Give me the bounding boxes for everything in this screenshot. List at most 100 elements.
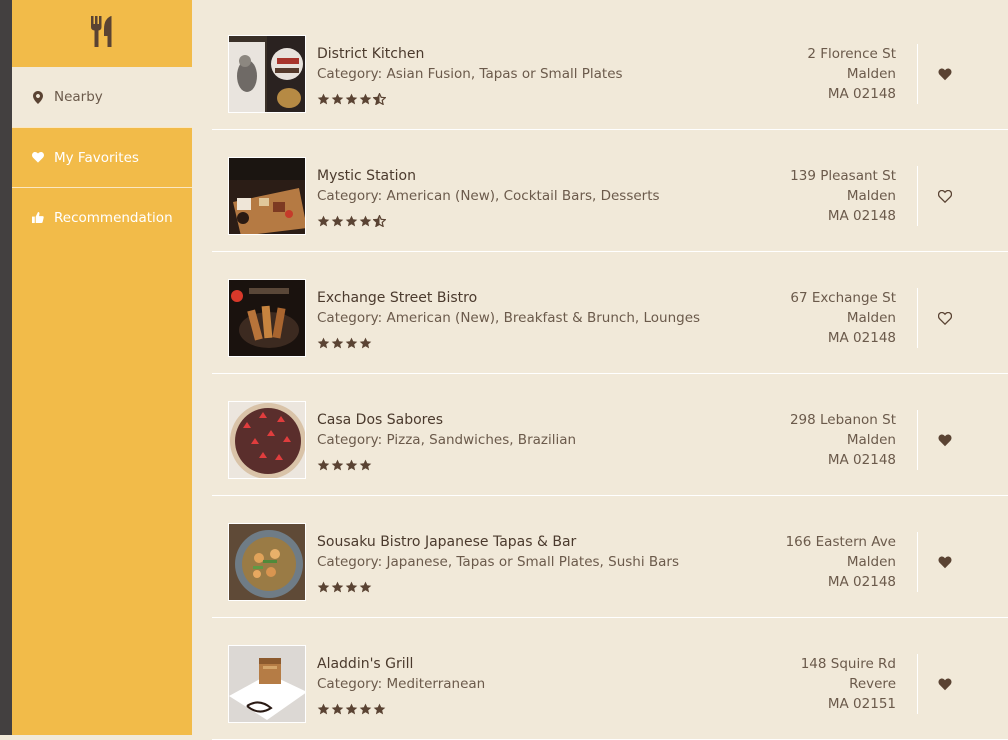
star-full-icon [317,578,330,597]
star-full-icon [345,334,358,353]
star-full-icon [331,212,344,231]
favorite-heart-icon[interactable] [938,676,954,692]
restaurant-name[interactable]: Sousaku Bistro Japanese Tapas & Bar [317,532,757,552]
star-full-icon [359,578,372,597]
star-rating [317,700,757,719]
address-state-zip: MA 02148 [827,208,896,224]
address-street: 148 Squire Rd [800,656,896,672]
star-full-icon [331,334,344,353]
restaurant-name[interactable]: Casa Dos Sabores [317,410,757,430]
star-full-icon [359,212,372,231]
restaurant-category: Category: American (New), Breakfast & Br… [317,310,701,326]
favorite-heart-icon[interactable] [937,310,954,326]
restaurant-name[interactable]: Mystic Station [317,166,757,186]
address-street: 166 Eastern Ave [785,534,896,550]
star-full-icon [345,700,358,719]
restaurant-photo[interactable] [228,35,306,113]
restaurant-category: Category: Japanese, Tapas or Small Plate… [317,554,679,570]
row-divider [917,532,918,592]
star-full-icon [359,334,372,353]
address-state-zip: MA 02148 [827,330,896,346]
favorite-heart-icon[interactable] [938,66,954,82]
star-full-icon [317,212,330,231]
favorite-heart-icon[interactable] [937,188,954,204]
restaurant-photo[interactable] [228,401,306,479]
sidebar-item-nearby[interactable]: Nearby [12,67,192,127]
favorite-heart-icon[interactable] [938,432,954,448]
star-full-icon [331,456,344,475]
sidebar-item-recommendation[interactable]: Recommendation [12,187,192,247]
restaurant-address: 139 Pleasant St Malden MA 02148 [790,166,896,226]
star-full-icon [331,700,344,719]
address-state-zip: MA 02151 [827,696,896,712]
restaurant-photo[interactable] [228,157,306,235]
utensils-icon [89,15,115,52]
address-street: 298 Lebanon St [789,412,896,428]
star-full-icon [345,578,358,597]
restaurant-name[interactable]: Exchange Street Bistro [317,288,757,308]
row-divider [917,654,918,714]
restaurant-row[interactable]: Aladdin's Grill Category: Mediterranean … [212,618,1008,740]
restaurant-category: Category: American (New), Cocktail Bars,… [317,188,660,204]
restaurant-category: Category: Pizza, Sandwiches, Brazilian [317,432,577,448]
star-full-icon [345,90,358,109]
restaurant-row[interactable]: District Kitchen Category: Asian Fusion,… [212,8,1008,130]
star-full-icon [317,90,330,109]
star-rating [317,212,757,231]
star-full-icon [331,578,344,597]
star-rating [317,456,757,475]
star-rating [317,578,757,597]
sidebar-item-label: Recommendation [54,209,173,226]
sidebar: Nearby My Favorites Recommendation [12,0,192,735]
address-city: Malden [846,554,896,570]
star-full-icon [331,90,344,109]
star-full-icon [345,212,358,231]
restaurant-address: 166 Eastern Ave Malden MA 02148 [786,532,896,592]
address-city: Malden [846,310,896,326]
star-full-icon [359,90,372,109]
star-full-icon [317,334,330,353]
restaurant-category: Category: Asian Fusion, Tapas or Small P… [317,66,623,82]
address-state-zip: MA 02148 [827,574,896,590]
map-marker-icon [32,90,44,104]
restaurant-row[interactable]: Sousaku Bistro Japanese Tapas & Bar Cate… [212,496,1008,618]
address-street: 67 Exchange St [790,290,896,306]
restaurant-row[interactable]: Mystic Station Category: American (New),… [212,130,1008,252]
address-city: Malden [846,66,896,82]
star-half-icon [372,212,387,231]
address-city: Revere [849,676,896,692]
restaurant-category: Category: Mediterranean [317,676,486,692]
sidebar-item-label: My Favorites [54,149,139,166]
address-state-zip: MA 02148 [827,86,896,102]
address-street: 139 Pleasant St [790,168,896,184]
restaurant-list: District Kitchen Category: Asian Fusion,… [212,8,1008,740]
restaurant-name[interactable]: Aladdin's Grill [317,654,757,674]
restaurant-row[interactable]: Casa Dos Sabores Category: Pizza, Sandwi… [212,374,1008,496]
star-full-icon [373,700,386,719]
app-logo [12,0,192,67]
star-rating [317,90,757,109]
heart-icon [32,151,44,165]
address-city: Malden [846,432,896,448]
star-full-icon [317,456,330,475]
restaurant-row[interactable]: Exchange Street Bistro Category: America… [212,252,1008,374]
sidebar-item-favorites[interactable]: My Favorites [12,127,192,187]
restaurant-address: 2 Florence St Malden MA 02148 [807,44,896,104]
restaurant-photo[interactable] [228,523,306,601]
restaurant-address: 67 Exchange St Malden MA 02148 [790,288,896,348]
row-divider [917,410,918,470]
star-full-icon [345,456,358,475]
star-full-icon [359,456,372,475]
star-rating [317,334,757,353]
window-edge [0,0,12,735]
sidebar-item-label: Nearby [54,89,103,105]
address-state-zip: MA 02148 [827,452,896,468]
restaurant-photo[interactable] [228,279,306,357]
restaurant-name[interactable]: District Kitchen [317,44,757,64]
restaurant-photo[interactable] [228,645,306,723]
star-full-icon [359,700,372,719]
row-divider [917,44,918,104]
thumbs-up-icon [32,211,44,225]
restaurant-address: 148 Squire Rd Revere MA 02151 [801,654,896,714]
favorite-heart-icon[interactable] [938,554,954,570]
